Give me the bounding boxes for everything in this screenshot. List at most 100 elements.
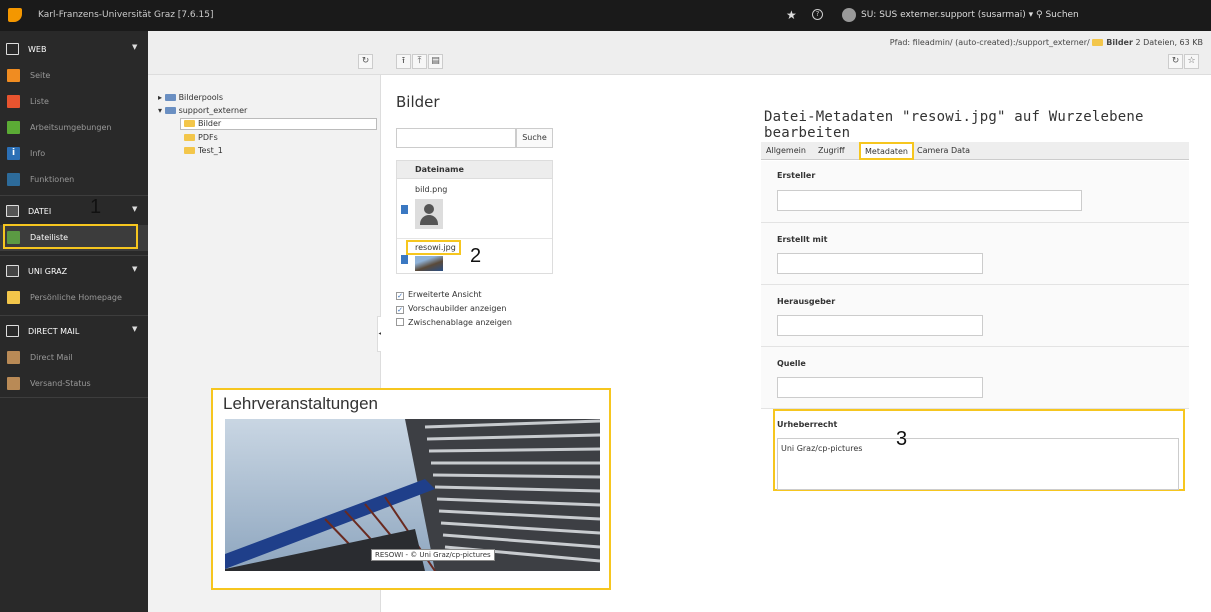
tree-node-bilder[interactable]: Bilder [184,119,221,128]
refresh-icon[interactable]: ↻ [358,54,373,69]
chevron-down-icon: ▼ [132,205,138,213]
highlight-dateiliste [3,224,138,249]
annotation-number-1: 1 [90,196,102,218]
menu-group-direct-mail[interactable]: DIRECT MAIL ▼ [0,318,148,346]
new-file-icon[interactable]: ▤ [428,54,443,69]
option-label: Vorschaubilder anzeigen [408,304,507,313]
homepage-icon [7,291,20,304]
tree-node-label: PDFs [198,133,218,142]
tab-allgemein[interactable]: Allgemein [766,146,806,155]
bookmark-star-icon[interactable]: ☆ [1184,54,1199,69]
checkbox[interactable]: ✓ [396,306,404,314]
preview-title: Lehrveranstaltungen [223,394,379,413]
menu-item-arbeitsumgebungen[interactable]: Arbeitsumgebungen [0,115,148,141]
page-icon [6,43,19,55]
envelope-icon [6,325,19,337]
breadcrumb: Pfad: fileadmin/ (auto-created):/support… [890,38,1203,47]
user-silhouette-icon [424,204,434,214]
annotation-number-3: 3 [896,428,908,450]
refresh-icon[interactable]: ↻ [1168,54,1183,69]
image-caption-tooltip: RESOWI - © Uni Graz/cp-pictures [371,549,495,561]
thumbnail-resowi [415,256,443,271]
herausgeber-input[interactable] [777,315,983,336]
tab-metadaten[interactable]: Metadaten [859,142,914,160]
menu-item-versand-status[interactable]: Versand-Status [0,371,148,397]
field-ersteller: Ersteller [761,161,1189,223]
tree-node-label: support_externer [178,106,248,115]
thumbnail-placeholder [415,199,443,229]
help-icon[interactable]: ? [812,9,823,20]
tree-node-label: Test_1 [198,146,223,155]
tree-node-support-externer[interactable]: ▾ support_externer [158,106,247,115]
tree-node-label: Bilderpools [178,93,224,102]
menu-group-label: DIRECT MAIL [28,327,80,336]
envelope-status-icon [7,377,20,390]
breadcrumb-info: 2 Dateien, 63 KB [1135,38,1203,47]
chevron-down-icon: ▼ [132,325,138,333]
option-zwischenablage[interactable]: Zwischenablage anzeigen [396,318,512,327]
upload-files-icon[interactable]: ⤒ [412,54,427,69]
metadata-title: Datei-Metadaten "resowi.jpg" auf Wurzele… [764,109,1144,141]
info-icon: i [7,147,20,160]
highlight-resowi [406,240,461,255]
menu-item-label: Direct Mail [30,353,73,362]
tree-node-bilderpools[interactable]: ▸ Bilderpools [158,93,223,102]
option-vorschaubilder[interactable]: ✓ Vorschaubilder anzeigen [396,304,506,314]
field-label: Urheberrecht [777,420,838,429]
chevron-down-icon: ▼ [132,43,138,51]
module-menu: WEB ▼ Seite Liste Arbeitsumgebungen i In… [0,31,148,612]
quelle-input[interactable] [777,377,983,398]
search-input[interactable] [396,128,516,148]
menu-group-datei[interactable]: DATEI ▼ [0,198,148,226]
menu-item-seite[interactable]: Seite [0,63,148,89]
checkbox[interactable]: ✓ [396,292,404,300]
divider [0,397,148,398]
tree-node-test1[interactable]: Test_1 [184,146,223,155]
search-submit-button[interactable]: Suche [516,128,553,148]
column-header-dateiname[interactable]: Dateiname [397,161,552,179]
field-label: Herausgeber [777,297,836,306]
table-row[interactable]: bild.png [397,179,552,239]
menu-item-persoenliche-homepage[interactable]: Persönliche Homepage [0,285,148,311]
typo3-logo-icon[interactable] [8,8,22,22]
option-erweiterte-ansicht[interactable]: ✓ Erweiterte Ansicht [396,290,482,300]
avatar[interactable] [842,8,856,22]
metadata-tabs: Allgemein Zugriff Metadaten Camera Data [761,142,1189,160]
user-silhouette-body [420,215,438,225]
menu-item-direct-mail[interactable]: Direct Mail [0,345,148,371]
menu-group-web[interactable]: WEB ▼ [0,36,148,64]
chevron-down-icon: ▼ [132,265,138,273]
checkbox[interactable] [396,318,404,326]
menu-item-label: Persönliche Homepage [30,293,122,302]
ersteller-input[interactable] [777,190,1082,211]
divider [0,195,148,196]
tab-zugriff[interactable]: Zugriff [818,146,845,155]
menu-item-label: Liste [30,97,49,106]
field-label: Erstellt mit [777,235,828,244]
tree-node-label: Bilder [198,119,222,128]
page-icon [7,69,20,82]
menu-item-label: Seite [30,71,51,80]
menu-item-funktionen[interactable]: Funktionen [0,167,148,193]
menu-item-liste[interactable]: Liste [0,89,148,115]
urheberrecht-textarea[interactable]: Uni Graz/cp-pictures [777,438,1179,490]
erstellt-mit-input[interactable] [777,253,983,274]
folder-icon [184,147,195,154]
menu-item-info[interactable]: i Info [0,141,148,167]
search-button[interactable]: ⚲ Suchen [1036,10,1079,20]
tree-node-pdfs[interactable]: PDFs [184,133,218,142]
option-label: Zwischenablage anzeigen [408,318,512,327]
menu-group-label: UNI GRAZ [28,267,68,276]
doc-header: ⭱ ⤒ ▤ Pfad: fileadmin/ (auto-created):/s… [381,31,1211,75]
tab-camera-data[interactable]: Camera Data [917,146,970,155]
upload-icon[interactable]: ⭱ [396,54,411,69]
menu-group-uni-graz[interactable]: UNI GRAZ ▼ [0,258,148,286]
menu-item-label: Funktionen [30,175,75,184]
envelope-icon [7,351,20,364]
breadcrumb-path: Pfad: fileadmin/ (auto-created):/support… [889,38,1090,47]
field-herausgeber: Herausgeber [761,285,1189,347]
functions-icon [7,173,20,186]
user-menu[interactable]: SU: SUS externer.support (susarmai) ▾ [861,10,1033,20]
list-title: Bilder [396,93,440,111]
star-icon[interactable]: ★ [786,8,797,22]
